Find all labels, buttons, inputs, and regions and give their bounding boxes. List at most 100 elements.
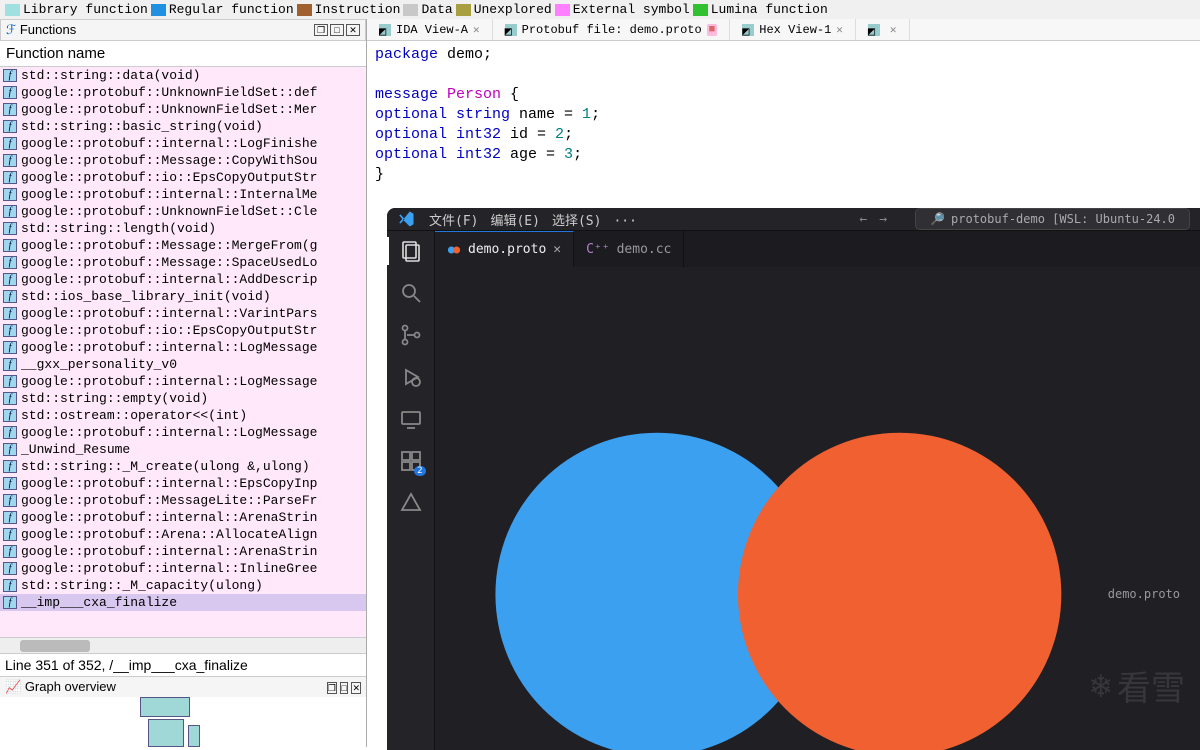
function-name: google::protobuf::UnknownFieldSet::Mer — [21, 101, 317, 118]
nav-back-icon[interactable]: ← — [859, 212, 867, 227]
function-row[interactable]: fstd::string::data(void) — [0, 67, 366, 84]
search-tab-icon[interactable] — [399, 281, 423, 305]
functions-hscrollbar[interactable] — [0, 637, 366, 653]
function-name: std::ios_base_library_init(void) — [21, 288, 271, 305]
function-name: __gxx_personality_v0 — [21, 356, 177, 373]
function-icon: f — [3, 443, 17, 456]
functions-column-header[interactable]: Function name — [0, 41, 366, 67]
legend-swatch — [693, 4, 708, 16]
search-icon: 🔎 — [930, 212, 945, 226]
function-row[interactable]: fgoogle::protobuf::io::EpsCopyOutputStr — [0, 169, 366, 186]
run-debug-icon[interactable] — [399, 365, 423, 389]
vscode-file-tab[interactable]: demo.proto✕ — [435, 231, 574, 267]
function-name: google::protobuf::internal::VarintPars — [21, 305, 317, 322]
vscode-logo-icon — [397, 210, 415, 228]
function-row[interactable]: f__gxx_personality_v0 — [0, 356, 366, 373]
tab-close-icon[interactable]: ■ — [707, 24, 718, 36]
function-row[interactable]: fgoogle::protobuf::Arena::AllocateAlign — [0, 526, 366, 543]
vscode-breadcrumb[interactable]: demo.proto — [435, 267, 1200, 750]
function-name: std::string::basic_string(void) — [21, 118, 263, 135]
graph-restore-icon[interactable]: ❐ — [327, 682, 337, 694]
function-row[interactable]: fgoogle::protobuf::internal::VarintPars — [0, 305, 366, 322]
vscode-window: 文件(F) 编辑(E) 选择(S) ··· ← → 🔎 protobuf-demo [… — [387, 208, 1200, 750]
function-icon: f — [3, 579, 17, 592]
graph-close-icon[interactable]: ✕ — [351, 682, 361, 694]
function-row[interactable]: fgoogle::protobuf::internal::LogFinishe — [0, 135, 366, 152]
function-row[interactable]: f__imp___cxa_finalize — [0, 594, 366, 611]
function-name: std::string::_M_capacity(ulong) — [21, 577, 263, 594]
function-row[interactable]: fgoogle::protobuf::internal::LogMessage — [0, 424, 366, 441]
function-row[interactable]: fgoogle::protobuf::Message::MergeFrom(g — [0, 237, 366, 254]
function-row[interactable]: fgoogle::protobuf::internal::AddDescrip — [0, 271, 366, 288]
functions-title-text: Functions — [20, 22, 76, 37]
tab-close-icon[interactable]: ✕ — [890, 23, 897, 37]
legend-bar: Library functionRegular functionInstruct… — [0, 0, 1200, 19]
extensions-icon[interactable]: 2 — [399, 449, 423, 473]
function-name: std::string::_M_create(ulong &,ulong) — [21, 458, 310, 475]
function-row[interactable]: fgoogle::protobuf::internal::EpsCopyInp — [0, 475, 366, 492]
function-icon: f — [3, 239, 17, 252]
tab-close-icon[interactable]: ✕ — [836, 23, 843, 37]
function-row[interactable]: fgoogle::protobuf::io::EpsCopyOutputStr — [0, 322, 366, 339]
function-name: std::string::data(void) — [21, 67, 200, 84]
legend-item: Instruction — [297, 2, 401, 17]
remote-icon[interactable] — [399, 407, 423, 431]
function-row[interactable]: fgoogle::protobuf::UnknownFieldSet::def — [0, 84, 366, 101]
doc-tab[interactable]: ◩Protobuf file: demo.proto■ — [493, 19, 731, 40]
vscode-menu-item[interactable]: 文件(F) — [429, 214, 478, 229]
panel-restore-icon[interactable]: ❐ — [314, 24, 328, 36]
functions-list[interactable]: fstd::string::data(void)fgoogle::protobu… — [0, 67, 366, 637]
vscode-menu-item[interactable]: 编辑(E) — [490, 214, 539, 229]
function-row[interactable]: f std::string::_M_capacity(ulong) — [0, 577, 366, 594]
tab-close-icon[interactable]: ✕ — [473, 23, 480, 37]
document-tabs: ◩IDA View-A✕◩Protobuf file: demo.proto■◩… — [367, 19, 1200, 41]
snowflake-icon: ❄ — [1091, 666, 1111, 706]
function-name: google::protobuf::internal::LogFinishe — [21, 135, 317, 152]
panel-close-icon[interactable]: ✕ — [346, 24, 360, 36]
watermark: ❄看雪 — [1091, 661, 1185, 710]
function-row[interactable]: fstd::ostream::operator<<(int) — [0, 407, 366, 424]
function-row[interactable]: fgoogle::protobuf::internal::LogMessage — [0, 373, 366, 390]
function-row[interactable]: fgoogle::protobuf::MessageLite::ParseFr — [0, 492, 366, 509]
function-name: google::protobuf::Message::CopyWithSou — [21, 152, 317, 169]
function-row[interactable]: fstd::string::basic_string(void) — [0, 118, 366, 135]
function-row[interactable]: f std::string::empty(void) — [0, 390, 366, 407]
doc-tab[interactable]: ◩✕ — [856, 19, 910, 40]
function-name: _Unwind_Resume — [21, 441, 130, 458]
graph-overview-body[interactable] — [0, 697, 366, 747]
vscode-menu-item[interactable]: 选择(S) — [552, 214, 601, 229]
function-row[interactable]: f _Unwind_Resume — [0, 441, 366, 458]
function-name: std::string::empty(void) — [21, 390, 208, 407]
function-row[interactable]: fstd::ios_base_library_init(void) — [0, 288, 366, 305]
doc-tab[interactable]: ◩Hex View-1✕ — [730, 19, 856, 40]
function-row[interactable]: fgoogle::protobuf::internal::InternalMe — [0, 186, 366, 203]
nav-fwd-icon[interactable]: → — [879, 212, 887, 227]
vscode-titlebar[interactable]: 文件(F) 编辑(E) 选择(S) ··· ← → 🔎 protobuf-demo [… — [387, 208, 1200, 231]
function-row[interactable]: fgoogle::protobuf::Message::SpaceUsedLo — [0, 254, 366, 271]
function-row[interactable]: fstd::string::length(void) — [0, 220, 366, 237]
graph-max-icon[interactable]: □ — [340, 682, 347, 694]
ida-code-view[interactable]: package demo; message Person { optional … — [367, 41, 1200, 189]
function-row[interactable]: fgoogle::protobuf::internal::LogMessage — [0, 339, 366, 356]
function-icon: f — [3, 392, 17, 405]
function-row[interactable]: fgoogle::protobuf::internal::ArenaStrin — [0, 543, 366, 560]
function-row[interactable]: fgoogle::protobuf::internal::ArenaStrin — [0, 509, 366, 526]
vscode-menu-item[interactable]: ··· — [613, 214, 636, 229]
doc-tab[interactable]: ◩IDA View-A✕ — [367, 19, 493, 40]
vscode-search-box[interactable]: 🔎 protobuf-demo [WSL: Ubuntu-24.0 — [915, 208, 1190, 230]
vscode-file-tab[interactable]: C⁺⁺demo.cc — [574, 231, 684, 267]
tab-icon: ◩ — [868, 24, 880, 36]
tab-close-icon[interactable]: ✕ — [553, 242, 561, 257]
function-icon: f — [3, 154, 17, 167]
function-row[interactable]: fgoogle::protobuf::UnknownFieldSet::Mer — [0, 101, 366, 118]
source-control-icon[interactable] — [399, 323, 423, 347]
testing-icon[interactable] — [399, 491, 423, 515]
function-name: std::ostream::operator<<(int) — [21, 407, 247, 424]
function-row[interactable]: fgoogle::protobuf::internal::InlineGree — [0, 560, 366, 577]
function-row[interactable]: f google::protobuf::Message::CopyWithSou — [0, 152, 366, 169]
explorer-icon[interactable] — [399, 239, 423, 263]
function-row[interactable]: fstd::string::_M_create(ulong &,ulong) — [0, 458, 366, 475]
function-row[interactable]: fgoogle::protobuf::UnknownFieldSet::Cle — [0, 203, 366, 220]
function-icon: f — [3, 205, 17, 218]
panel-max-icon[interactable]: □ — [330, 24, 344, 36]
